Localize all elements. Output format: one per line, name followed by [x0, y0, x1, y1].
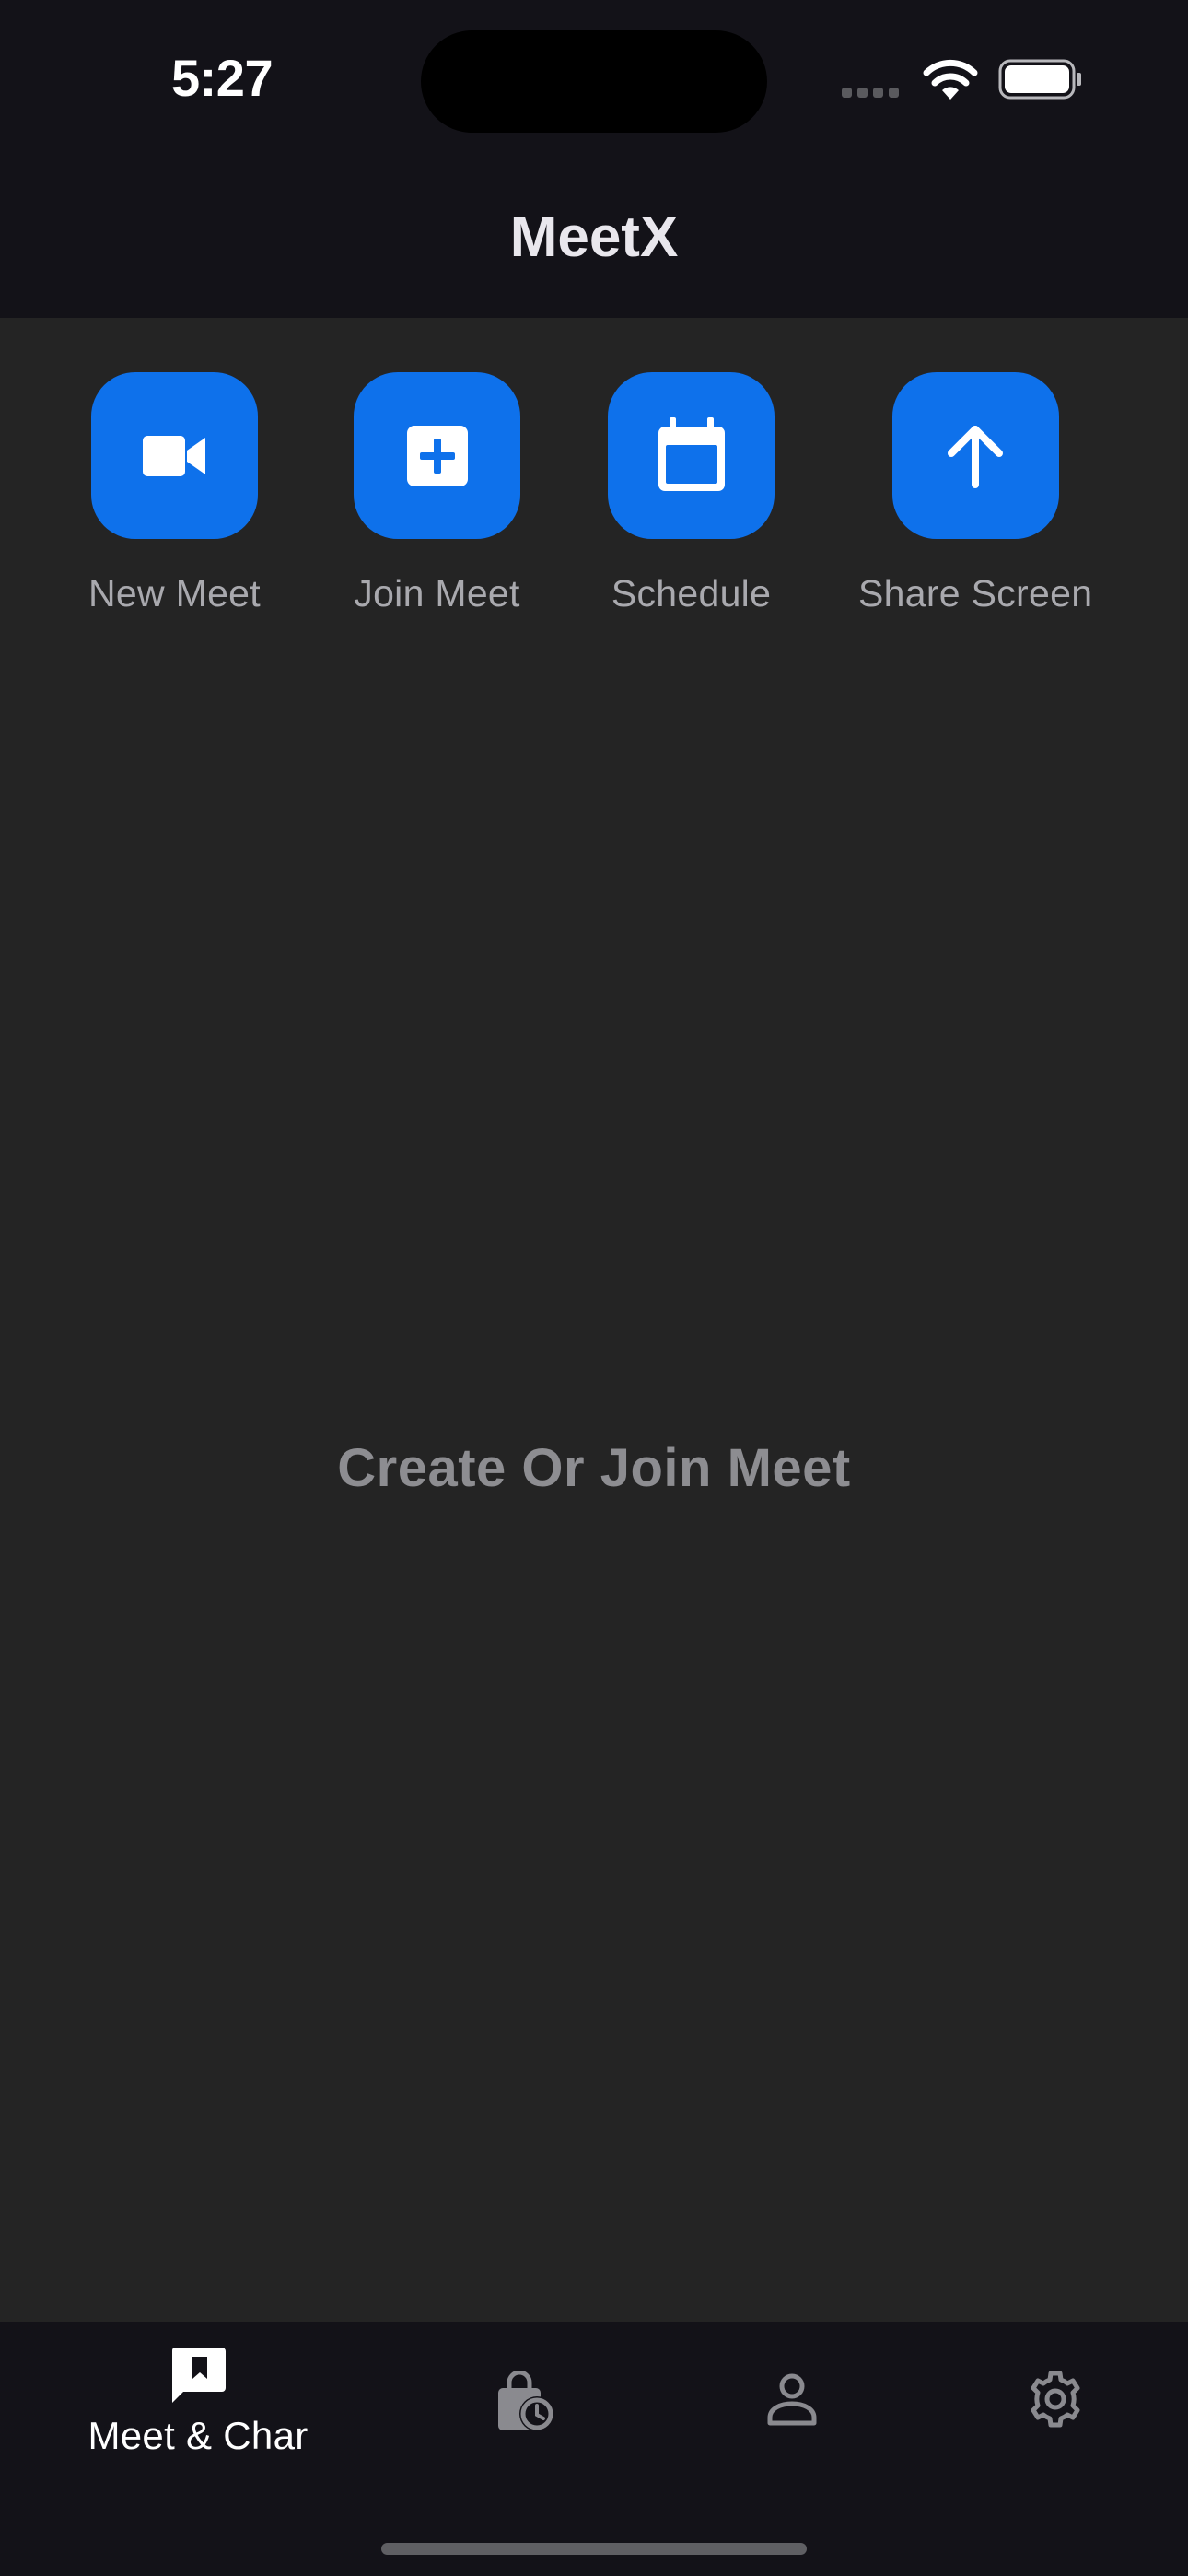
top-bar: 5:27 MeetX	[0, 0, 1188, 318]
wifi-icon	[923, 59, 978, 100]
join-meet-label: Join Meet	[354, 572, 520, 615]
new-meet-tile[interactable]	[90, 372, 258, 539]
share-screen-label: Share Screen	[858, 572, 1093, 615]
new-meet-button[interactable]: New Meet	[88, 372, 261, 615]
app-screen: 5:27 MeetX New Meet Join Meet Schedule S…	[0, 0, 1188, 2576]
cellular-signal-icon	[842, 88, 899, 98]
history-bag-icon	[498, 2371, 554, 2431]
tab-history[interactable]	[479, 2371, 571, 2556]
video-camera-icon	[143, 435, 206, 476]
schedule-button[interactable]: Schedule	[608, 372, 775, 615]
share-screen-button[interactable]: Share Screen	[858, 372, 1092, 615]
new-meet-label: New Meet	[88, 572, 261, 615]
tab-meet-chat-label: Meet & Char	[87, 2414, 309, 2457]
join-meet-tile[interactable]	[354, 372, 520, 539]
person-icon	[767, 2373, 817, 2426]
share-screen-tile[interactable]	[891, 372, 1059, 539]
home-indicator	[381, 2543, 807, 2555]
schedule-tile[interactable]	[608, 372, 775, 539]
empty-state-message: Create Or Join Meet	[337, 1438, 851, 1498]
chat-bookmark-icon	[171, 2348, 226, 2403]
tab-profile[interactable]	[746, 2371, 838, 2556]
tab-meet-chat[interactable]: Meet & Char	[64, 2346, 332, 2530]
arrow-up-icon	[948, 425, 1004, 488]
gear-icon	[1031, 2371, 1080, 2428]
schedule-label: Schedule	[611, 572, 772, 615]
app-title: MeetX	[509, 205, 679, 269]
join-meet-button[interactable]: Join Meet	[354, 372, 520, 615]
bottom-navigation: Meet & Char	[0, 2322, 1188, 2576]
battery-icon	[998, 59, 1081, 100]
calendar-icon	[658, 416, 725, 491]
dynamic-island	[421, 30, 767, 133]
tab-settings[interactable]	[1009, 2370, 1101, 2554]
status-time: 5:27	[171, 49, 274, 107]
plus-square-icon	[406, 425, 468, 486]
